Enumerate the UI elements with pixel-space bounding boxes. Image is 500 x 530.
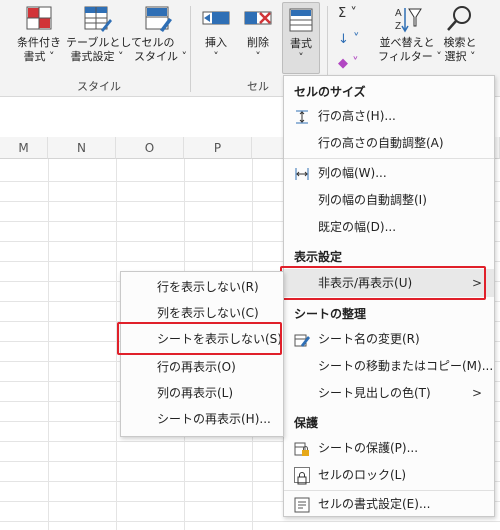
column-width-label: 列の幅(W)... — [318, 166, 387, 180]
delete-icon — [242, 4, 274, 34]
insert-icon — [200, 4, 232, 34]
rename-sheet-icon — [294, 331, 310, 347]
sort-filter-button[interactable]: A Z 並べ替えと フィルター ˅ — [378, 4, 442, 64]
find-select-label1: 検索と — [443, 36, 477, 49]
row-height-label: 行の高さ(H)... — [318, 109, 396, 123]
menu-item-format-cells[interactable]: セルの書式設定(E)... — [284, 491, 494, 517]
row-height-icon — [294, 108, 310, 124]
section-protection: 保護 — [294, 416, 319, 430]
sort-filter-icon: A Z — [391, 4, 423, 34]
find-select-label2: 選択 ˅ — [444, 50, 476, 63]
find-select-button[interactable]: 検索と 選択 ˅ — [438, 4, 482, 64]
column-header-n[interactable]: N — [48, 137, 116, 159]
gridline — [0, 521, 500, 522]
format-icon — [285, 5, 317, 35]
group-label-cells: セル — [247, 80, 269, 93]
format-cells-label: セルの書式設定(E)... — [318, 497, 431, 511]
conditional-format-label2: 書式 ˅ — [23, 50, 55, 63]
autofit-column-label: 列の幅の自動調整(I) — [318, 193, 427, 207]
fill-icon[interactable]: ↓ ˅ — [338, 32, 360, 47]
delete-label: 削除 — [247, 36, 269, 49]
conditional-format-label1: 条件付き — [17, 36, 61, 49]
cell-style-button[interactable]: セルの スタイル ˅ — [134, 4, 187, 64]
svg-text:A: A — [395, 8, 402, 19]
menu-item-lock-cell[interactable]: セルのロック(L) — [284, 462, 494, 488]
protect-sheet-label: シートの保護(P)... — [318, 441, 419, 455]
lock-icon — [294, 467, 310, 485]
section-cell-size: セルのサイズ — [294, 85, 366, 99]
column-header-p[interactable]: P — [184, 137, 252, 159]
unhide-sheet-label: シートの再表示(H)... — [157, 412, 271, 426]
conditional-format-button[interactable]: 条件付き 書式 ˅ — [14, 4, 64, 64]
unhide-columns-label: 列の再表示(L) — [157, 386, 234, 400]
protect-sheet-icon — [294, 440, 310, 456]
group-label-style: スタイル — [77, 80, 121, 93]
menu-item-row-height[interactable]: 行の高さ(H)... — [284, 103, 494, 129]
hide-rows-label: 行を表示しない(R) — [157, 280, 259, 294]
submenu-item-hide-rows[interactable]: 行を表示しない(R) — [121, 274, 283, 300]
column-header-o[interactable]: O — [116, 137, 184, 159]
conditional-format-icon — [23, 4, 55, 34]
format-as-table-button[interactable]: テーブルとして 書式設定 ˅ — [66, 4, 143, 64]
highlight-hide-unhide — [280, 266, 486, 300]
clear-icon[interactable]: ◆ ˅ — [338, 56, 359, 71]
sort-filter-label2: フィルター ˅ — [378, 50, 442, 63]
gridline — [48, 159, 49, 530]
menu-item-default-width[interactable]: 既定の幅(D)... — [284, 214, 494, 240]
submenu-item-unhide-rows[interactable]: 行の再表示(O) — [121, 354, 283, 380]
lock-cell-label: セルのロック(L) — [318, 468, 407, 482]
autosum-icon[interactable]: Σ ˅ — [338, 6, 357, 21]
delete-button[interactable]: 削除 ˅ — [240, 4, 276, 64]
sort-filter-label1: 並べ替えと — [379, 36, 435, 49]
section-organize-sheets: シートの整理 — [294, 307, 367, 321]
submenu-arrow-icon: > — [471, 386, 482, 400]
default-width-label: 既定の幅(D)... — [318, 220, 397, 234]
delete-dropdown: ˅ — [255, 50, 261, 63]
column-width-icon — [294, 165, 310, 181]
menu-item-protect-sheet[interactable]: シートの保護(P)... — [284, 435, 494, 461]
menu-divider — [284, 158, 494, 159]
rename-sheet-label: シート名の変更(R) — [318, 332, 420, 346]
section-visibility: 表示設定 — [294, 250, 343, 264]
move-copy-label: シートの移動またはコピー(M)... — [318, 359, 494, 373]
group-separator — [190, 6, 191, 92]
cell-style-label1: セルの — [141, 36, 175, 49]
menu-item-autofit-column[interactable]: 列の幅の自動調整(I) — [284, 187, 494, 213]
menu-item-autofit-row[interactable]: 行の高さの自動調整(A) — [284, 130, 494, 156]
insert-dropdown: ˅ — [213, 50, 219, 63]
cell-style-icon — [142, 4, 174, 34]
column-header-m[interactable]: M — [0, 137, 48, 159]
menu-item-column-width[interactable]: 列の幅(W)... — [284, 160, 494, 186]
format-table-icon — [81, 4, 113, 34]
insert-button[interactable]: 挿入 ˅ — [198, 4, 234, 64]
tab-color-label: シート見出しの色(T) — [318, 386, 431, 400]
format-cells-icon — [294, 496, 310, 513]
unhide-rows-label: 行の再表示(O) — [157, 360, 236, 374]
search-icon — [444, 4, 476, 34]
menu-item-rename-sheet[interactable]: シート名の変更(R) — [284, 326, 494, 352]
format-table-label1: テーブルとして — [66, 36, 143, 49]
submenu-item-unhide-columns[interactable]: 列の再表示(L) — [121, 380, 283, 406]
autofit-row-label: 行の高さの自動調整(A) — [318, 136, 444, 150]
svg-text:Z: Z — [395, 21, 401, 32]
menu-item-tab-color[interactable]: シート見出しの色(T) > — [284, 380, 494, 406]
submenu-item-unhide-sheet[interactable]: シートの再表示(H)... — [121, 406, 283, 432]
format-dropdown: ˅ — [298, 51, 304, 64]
format-label: 書式 — [290, 37, 312, 50]
format-button[interactable]: 書式 ˅ — [282, 2, 320, 74]
highlight-hide-sheet — [117, 322, 282, 355]
format-table-label2: 書式設定 ˅ — [70, 50, 124, 63]
cell-style-label2: スタイル ˅ — [134, 50, 187, 63]
menu-item-move-copy-sheet[interactable]: シートの移動またはコピー(M)... — [284, 353, 494, 379]
insert-label: 挿入 — [205, 36, 227, 49]
